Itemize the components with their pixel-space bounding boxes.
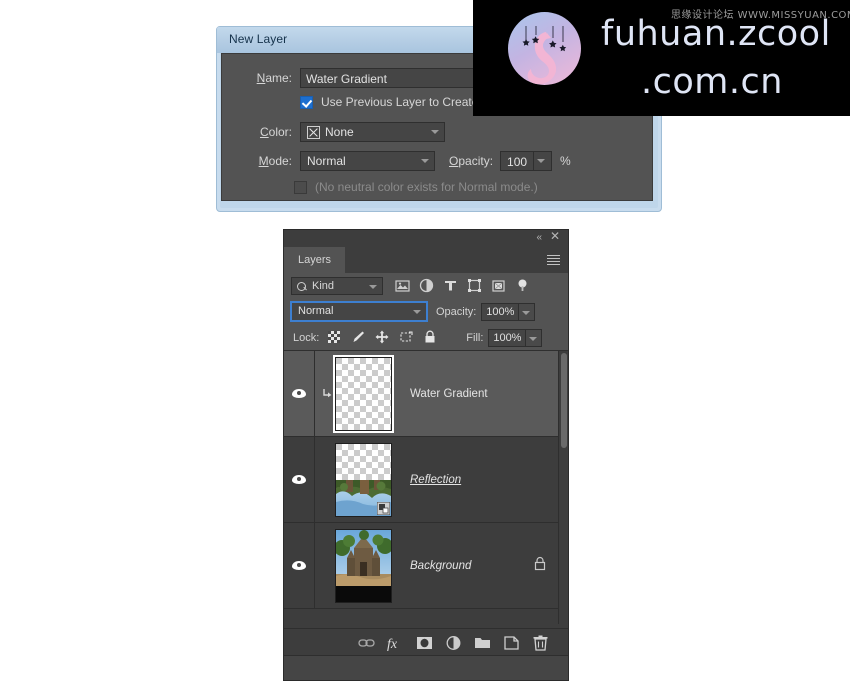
opacity-stepper[interactable] — [534, 151, 553, 171]
filter-kind-select[interactable]: Kind — [291, 276, 383, 295]
fill-stepper[interactable] — [526, 328, 543, 347]
adjustment-layer-filter-icon[interactable] — [419, 278, 434, 293]
search-icon — [297, 281, 306, 291]
color-select[interactable]: None — [300, 122, 445, 142]
smart-object-filter-icon[interactable] — [491, 278, 506, 293]
layer-locked-icon — [534, 556, 546, 575]
clipping-mask-arrow-icon — [319, 387, 335, 401]
filter-toggle-icon[interactable] — [515, 278, 530, 293]
watermark-line-2: .com.cn — [641, 62, 783, 102]
layer-visibility-toggle[interactable] — [284, 351, 315, 436]
fill-label: Fill: — [466, 331, 484, 344]
panel-opacity-stepper[interactable] — [519, 302, 536, 321]
delete-layer-icon[interactable] — [532, 635, 548, 651]
color-select-value: None — [325, 124, 354, 139]
lock-all-icon[interactable] — [423, 330, 438, 345]
lock-transparent-pixels-icon[interactable] — [327, 330, 342, 345]
fill-value[interactable]: 100% — [488, 328, 527, 347]
layer-thumbnail[interactable] — [333, 354, 394, 433]
layer-visibility-toggle[interactable] — [284, 523, 315, 608]
layers-panel: « ✕ Layers Kind Normal Opacity: 100% Loc… — [283, 229, 569, 681]
lock-icon-group — [327, 330, 438, 345]
layer-name-label[interactable]: Background — [410, 560, 471, 572]
layer-visibility-toggle[interactable] — [284, 437, 315, 522]
name-label: Name: — [256, 71, 292, 85]
table-row[interactable]: Background — [284, 523, 568, 609]
link-layers-icon[interactable] — [358, 635, 375, 651]
mode-select[interactable]: Normal — [300, 151, 435, 171]
blend-mode-value: Normal — [298, 305, 334, 317]
layer-filter-row: Kind — [284, 273, 568, 298]
table-row[interactable]: Water Gradient — [284, 351, 568, 437]
new-group-icon[interactable] — [474, 635, 490, 651]
adjustment-layer-icon[interactable] — [445, 635, 461, 651]
chevron-down-icon — [421, 159, 429, 163]
eye-icon — [292, 561, 306, 570]
mode-row: Mode: Normal Opacity: 100 % — [246, 151, 571, 171]
panel-opacity-value[interactable]: 100% — [481, 302, 520, 321]
chevron-down-icon — [522, 310, 531, 315]
eye-icon — [292, 475, 306, 484]
layer-list-scrollbar[interactable] — [558, 351, 568, 624]
chevron-down-icon — [369, 284, 377, 289]
panel-tabbar: Layers — [284, 247, 568, 274]
layer-name-label[interactable]: Water Gradient — [410, 388, 488, 400]
mode-label: Mode: — [258, 154, 292, 168]
chevron-down-icon — [431, 130, 439, 134]
layer-thumbnail[interactable] — [335, 442, 392, 517]
layer-mask-icon[interactable] — [416, 635, 432, 651]
chevron-down-icon — [537, 159, 546, 163]
neutral-color-row: (No neutral color exists for Normal mode… — [294, 180, 538, 194]
dialog-title: New Layer — [229, 32, 288, 46]
filter-icon-group — [395, 278, 530, 293]
layers-panel-toolbar: fx — [284, 628, 568, 656]
new-layer-icon[interactable] — [503, 635, 519, 651]
chevron-down-icon — [413, 310, 421, 314]
no-color-swatch-icon — [307, 125, 320, 139]
lock-artboard-icon[interactable] — [399, 330, 414, 345]
layer-thumbnail[interactable] — [335, 528, 392, 603]
mode-select-value: Normal — [307, 154, 346, 168]
panel-opacity-label: Opacity: — [436, 305, 477, 318]
pixel-layer-filter-icon[interactable] — [395, 278, 410, 293]
filter-kind-value: Kind — [312, 279, 335, 292]
neutral-color-note: (No neutral color exists for Normal mode… — [315, 180, 538, 194]
neutral-color-checkbox — [294, 180, 307, 194]
scrollbar-thumb[interactable] — [561, 353, 567, 448]
layer-style-fx-icon[interactable]: fx — [387, 635, 403, 652]
watermark-overlay: 思缘设计论坛 WWW.MISSYUAN.COM fuhuan.zcool .co… — [473, 0, 850, 116]
cat-moon-logo — [508, 12, 581, 85]
panel-footer-strip — [284, 655, 568, 680]
layer-list: Water Gradient Reflection Background — [284, 351, 568, 624]
svg-text:fx: fx — [387, 637, 398, 651]
opacity-label: Opacity: — [449, 154, 494, 168]
type-layer-filter-icon[interactable] — [443, 278, 458, 293]
lock-image-pixels-icon[interactable] — [351, 330, 366, 345]
shape-layer-filter-icon[interactable] — [467, 278, 482, 293]
tab-layers[interactable]: Layers — [284, 247, 346, 273]
blend-mode-select[interactable]: Normal — [290, 301, 428, 322]
cat-silhouette-icon — [522, 26, 567, 84]
color-row: Color: None — [246, 122, 445, 142]
color-label: Color: — [259, 125, 292, 139]
lock-row: Lock: Fill: 100% — [284, 325, 568, 351]
panel-topbar: « ✕ — [284, 230, 568, 247]
lock-position-icon[interactable] — [375, 330, 390, 345]
table-row[interactable]: Reflection — [284, 437, 568, 523]
panel-menu-icon[interactable] — [547, 255, 560, 265]
chevron-down-icon — [529, 336, 538, 341]
eye-icon — [292, 389, 306, 398]
blend-mode-row: Normal Opacity: 100% — [284, 298, 568, 325]
percent-label: % — [560, 154, 571, 168]
watermark-line-1: fuhuan.zcool — [601, 14, 831, 54]
close-icon[interactable]: ✕ — [550, 230, 560, 242]
clipping-mask-checkbox[interactable] — [300, 95, 313, 109]
collapse-panel-icon[interactable]: « — [536, 233, 542, 243]
opacity-input[interactable]: 100 — [500, 151, 535, 171]
layer-name-label[interactable]: Reflection — [410, 474, 469, 486]
layer-mask-thumbnail-badge[interactable] — [376, 501, 391, 515]
lock-label: Lock: — [293, 331, 320, 344]
